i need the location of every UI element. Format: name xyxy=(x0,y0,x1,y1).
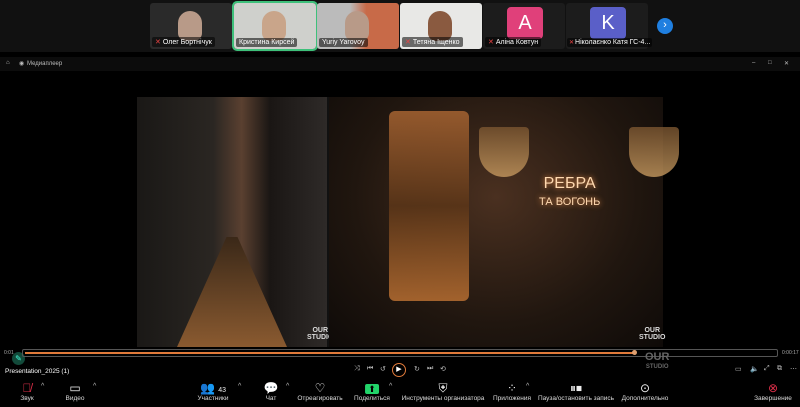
mic-off-icon: ✕ xyxy=(569,40,575,46)
more-icon: ⊙ xyxy=(639,381,651,395)
shield-icon: ⛨ xyxy=(438,381,448,395)
participant-name: Кристина Кирсей xyxy=(239,39,295,46)
file-name: Presentation_2025 (1) xyxy=(5,368,70,375)
participant-tile[interactable]: A ✕ Аліна Ковтун xyxy=(483,3,565,49)
video-button[interactable]: ▭ Видео xyxy=(66,381,85,402)
participant-tile[interactable]: K ✕Ніколаєнко Катя ГС-4... xyxy=(566,3,653,49)
rewind-icon[interactable]: ↺ xyxy=(380,365,386,373)
more-button[interactable]: ⊙ Дополнительно xyxy=(622,381,669,402)
avatar: A xyxy=(507,7,543,39)
neon-sign: РЕБРА ТА ВОГОНЬ xyxy=(539,175,601,208)
repeat-icon[interactable]: ⟲ xyxy=(440,365,446,373)
close-icon[interactable]: ✕ xyxy=(784,60,789,67)
watermark: OUR STUDIO xyxy=(645,351,670,371)
participant-tile[interactable]: Yuriy Yarovoy xyxy=(317,3,399,49)
react-button[interactable]: ♡ Отреагировать xyxy=(297,381,342,402)
end-icon: ⊗ xyxy=(767,381,779,395)
participant-name: Ніколаєнко Катя ГС-4... xyxy=(575,39,651,46)
next-icon[interactable]: ⏭ xyxy=(427,365,433,373)
audio-button[interactable]: 🎙̸ Звук xyxy=(20,381,33,402)
end-button[interactable]: ⊗ Завершение xyxy=(754,381,792,402)
apps-options-caret[interactable]: ^ xyxy=(526,383,529,390)
mic-off-icon: ✕ xyxy=(405,39,411,46)
subtitles-icon[interactable]: ▭ xyxy=(735,365,742,373)
chat-icon: 💬 xyxy=(263,381,279,395)
participant-strip: ✕ Олег Бортнічук Кристина Кирсей Yuriy Ya… xyxy=(0,0,800,52)
shuffle-icon[interactable]: ⤨ xyxy=(354,365,360,373)
video-options-caret[interactable]: ^ xyxy=(93,383,96,390)
meeting-toolbar xyxy=(0,378,800,407)
play-button[interactable]: ▶ xyxy=(392,363,406,377)
app-icon: ◉ xyxy=(19,61,25,67)
time-total: 0:00:17 xyxy=(782,350,799,356)
forward-icon[interactable]: ↻ xyxy=(414,365,420,373)
presentation-slide: OUR STUDIO РЕБРА ТА ВОГОНЬ OUR STUDIO xyxy=(137,97,679,347)
hallway-image: OUR STUDIO xyxy=(137,97,333,347)
participant-tile[interactable]: ✕ Тетяна Іщенко xyxy=(400,3,482,49)
mic-off-icon: ✕ xyxy=(155,39,161,46)
participant-name: Yuriy Yarovoy xyxy=(322,39,365,46)
video-feed xyxy=(262,11,286,41)
window-title: Медиаплеер xyxy=(27,61,63,67)
participants-button[interactable]: 👥 43 Участники xyxy=(197,381,228,402)
volume-icon[interactable]: 🔈 xyxy=(750,365,759,373)
seek-progress xyxy=(25,352,636,354)
seek-handle[interactable] xyxy=(631,350,637,355)
minimize-icon[interactable]: – xyxy=(752,60,755,66)
mic-muted-icon: 🎙̸ xyxy=(22,381,32,395)
camera-icon: ▭ xyxy=(69,381,81,395)
chevron-right-icon[interactable]: › xyxy=(657,18,673,34)
avatar: K xyxy=(590,7,626,39)
share-button[interactable]: ⬆ Поделиться xyxy=(354,381,390,402)
more-options-icon[interactable]: ⋯ xyxy=(790,365,797,373)
share-icon: ⬆ xyxy=(354,381,390,395)
share-options-caret[interactable]: ^ xyxy=(389,383,392,390)
record-button[interactable]: ⏸⏹ Пауза/остановить запись xyxy=(538,381,614,402)
participant-name: Тетяна Іщенко xyxy=(412,39,460,46)
maximize-icon[interactable]: □ xyxy=(768,60,772,66)
miniplayer-icon[interactable]: ⧉ xyxy=(777,365,782,373)
window-title-bar: ⌂ ◉ Медиаплеер – □ ✕ xyxy=(0,57,800,71)
heart-icon: ♡ xyxy=(314,381,326,395)
participant-name: Олег Бортнічук xyxy=(162,39,212,46)
studio-logo: OUR STUDIO xyxy=(639,327,666,341)
video-feed xyxy=(345,11,369,41)
mic-off-icon: ✕ xyxy=(488,39,494,46)
chat-button[interactable]: 💬 Чат xyxy=(264,381,279,402)
audio-options-caret[interactable]: ^ xyxy=(41,383,44,390)
participant-name: Аліна Ковтун xyxy=(495,39,539,46)
home-icon[interactable]: ⌂ xyxy=(6,60,10,66)
participants-icon: 👥 43 xyxy=(199,381,227,395)
pause-stop-icon: ⏸⏹ xyxy=(569,381,582,395)
restaurant-image: РЕБРА ТА ВОГОНЬ OUR STUDIO xyxy=(329,97,679,347)
participants-options-caret[interactable]: ^ xyxy=(238,383,241,390)
participant-tile[interactable]: Кристина Кирсей xyxy=(232,1,318,51)
participant-tile[interactable]: ✕ Олег Бортнічук xyxy=(150,3,232,49)
host-tools-button[interactable]: ⛨ Инструменты организатора xyxy=(402,381,485,402)
fullscreen-icon[interactable]: ⤢ xyxy=(764,365,770,373)
previous-icon[interactable]: ⏮ xyxy=(367,365,373,373)
chat-options-caret[interactable]: ^ xyxy=(286,383,289,390)
